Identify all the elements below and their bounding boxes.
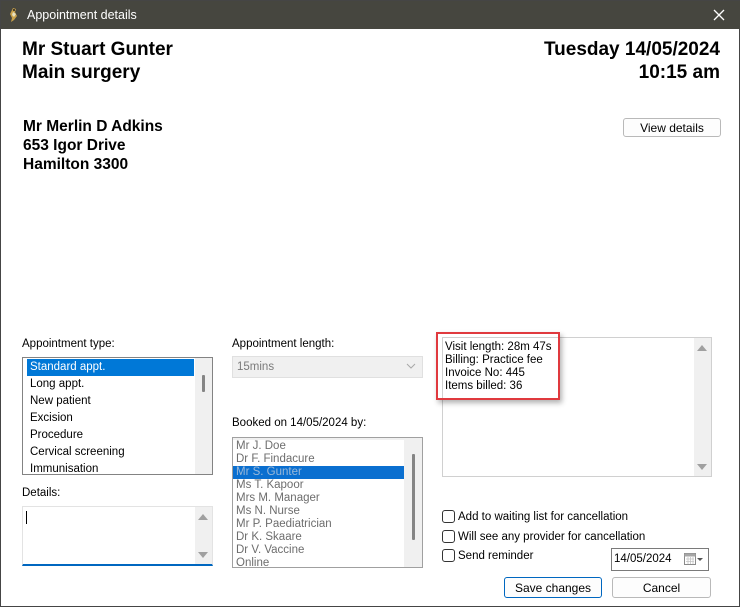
calendar-icon[interactable] (684, 553, 704, 565)
details-scrollbar[interactable] (195, 507, 212, 564)
save-changes-button[interactable]: Save changes (504, 577, 602, 598)
scroll-up-icon[interactable] (198, 514, 208, 520)
waiting-list-checkbox[interactable]: Add to waiting list for cancellation (442, 510, 628, 523)
waiting-list-label: Add to waiting list for cancellation (458, 510, 629, 523)
checkbox-box[interactable] (442, 549, 455, 562)
list-item[interactable]: Standard appt. (27, 359, 194, 376)
visit-info-scrollbar[interactable] (694, 338, 711, 476)
list-item[interactable]: Dr V. Vaccine (233, 544, 404, 557)
reminder-date-value: 14/05/2024 (614, 553, 672, 565)
list-item[interactable]: Dr K. Skaare (233, 531, 404, 544)
list-item[interactable]: Procedure (27, 427, 194, 444)
details-label: Details: (22, 487, 61, 499)
list-item[interactable]: Ms T. Kapoor (233, 479, 404, 492)
view-details-button[interactable]: View details (623, 118, 721, 137)
appointment-length-label: Appointment length: (232, 338, 335, 350)
text-caret (26, 511, 27, 524)
list-item[interactable]: Ms N. Nurse (233, 505, 404, 518)
location-name: Main surgery (22, 62, 141, 83)
appointment-type-list[interactable]: Standard appt. Long appt. New patient Ex… (22, 357, 213, 475)
list-item[interactable]: Online (233, 557, 404, 567)
scroll-up-icon[interactable] (697, 345, 707, 351)
scrollbar-thumb[interactable] (202, 375, 205, 392)
finch-bird-icon (7, 7, 21, 23)
patient-name: Mr Merlin D Adkins (23, 118, 163, 135)
booked-by-list[interactable]: Mr J. Doe Dr F. Findacure Mr S. Gunter M… (232, 437, 423, 568)
list-item[interactable]: New patient (27, 393, 194, 410)
list-item[interactable]: Mr P. Paediatrician (233, 518, 404, 531)
list-item[interactable]: Long appt. (27, 376, 194, 393)
appointment-length-select[interactable]: 15mins (232, 356, 423, 378)
scrollbar-thumb[interactable] (412, 454, 415, 540)
appointment-type-scrollbar[interactable] (195, 358, 212, 474)
scroll-down-icon[interactable] (198, 552, 208, 558)
list-item[interactable]: Mrs M. Manager (233, 492, 404, 505)
booked-by-label: Booked on 14/05/2024 by: (232, 417, 367, 429)
send-reminder-label: Send reminder (458, 549, 534, 562)
list-item[interactable]: Immunisation (27, 461, 194, 474)
details-textarea[interactable] (22, 506, 213, 566)
cancel-button[interactable]: Cancel (612, 577, 711, 598)
patient-address-line1: 653 Igor Drive (23, 137, 126, 154)
appointment-type-label: Appointment type: (22, 338, 115, 350)
scroll-down-icon[interactable] (697, 464, 707, 470)
booked-by-scrollbar[interactable] (405, 438, 422, 567)
list-item[interactable]: Cervical screening (27, 444, 194, 461)
list-item[interactable]: Dr F. Findacure (233, 453, 404, 466)
list-item[interactable]: Mr S. Gunter (233, 466, 404, 479)
reminder-date-picker[interactable]: 14/05/2024 (611, 548, 709, 571)
visit-info-highlight (436, 332, 560, 400)
list-item[interactable]: Excision (27, 410, 194, 427)
appointment-length-value: 15mins (237, 361, 275, 373)
any-provider-checkbox[interactable]: Will see any provider for cancellation (442, 530, 645, 543)
appointment-details-dialog: Appointment details Mr Stuart Gunter Mai… (0, 0, 740, 607)
checkbox-box[interactable] (442, 510, 455, 523)
title-bar: Appointment details (1, 1, 740, 29)
any-provider-label: Will see any provider for cancellation (458, 530, 646, 543)
provider-name: Mr Stuart Gunter (22, 39, 173, 60)
patient-address-line2: Hamilton 3300 (23, 156, 129, 173)
appointment-time: 10:15 am (638, 62, 720, 83)
close-icon[interactable] (697, 1, 740, 29)
checkbox-box[interactable] (442, 530, 455, 543)
window-title: Appointment details (27, 8, 137, 22)
list-item[interactable]: Mr J. Doe (233, 440, 404, 453)
send-reminder-checkbox[interactable]: Send reminder (442, 549, 533, 562)
appointment-date: Tuesday 14/05/2024 (543, 39, 720, 60)
chevron-down-icon (406, 359, 416, 379)
